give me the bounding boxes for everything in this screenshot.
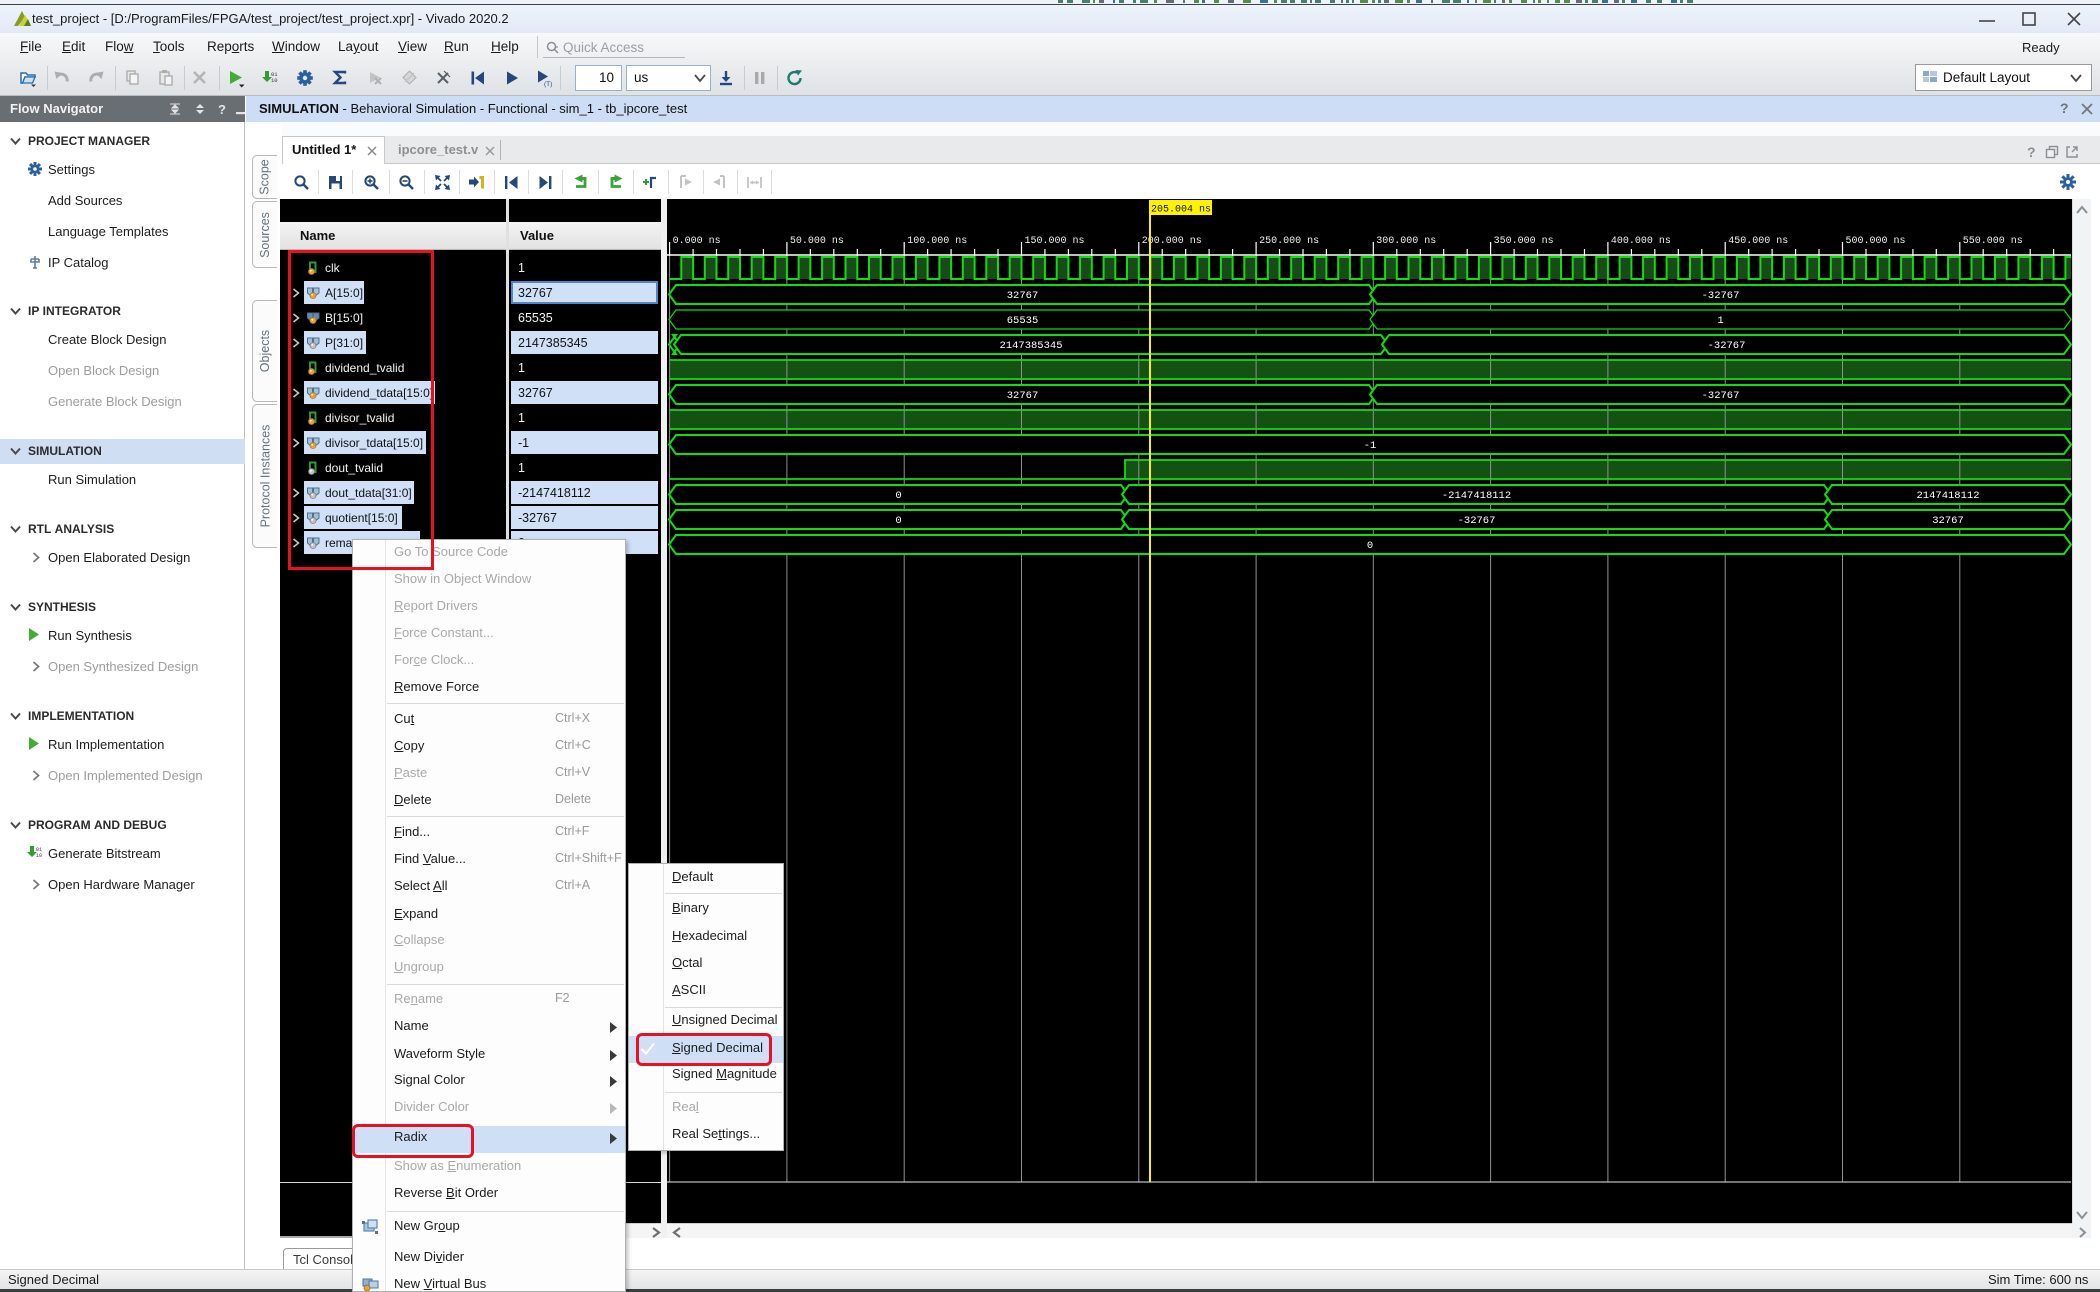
svg-text:450.000 ns: 450.000 ns bbox=[1728, 236, 1788, 247]
svg-text:0: 0 bbox=[895, 515, 901, 527]
svg-text:350.000 ns: 350.000 ns bbox=[1494, 236, 1554, 247]
svg-text:300.000 ns: 300.000 ns bbox=[1376, 236, 1436, 247]
svg-text:-32767: -32767 bbox=[1708, 340, 1746, 352]
svg-text:205.004 ns: 205.004 ns bbox=[1151, 205, 1211, 216]
svg-text:150.000 ns: 150.000 ns bbox=[1025, 236, 1085, 247]
svg-text:250.000 ns: 250.000 ns bbox=[1259, 236, 1319, 247]
svg-text:-1: -1 bbox=[1364, 440, 1377, 452]
svg-text:0.000 ns: 0.000 ns bbox=[673, 236, 721, 247]
svg-text:2147418112: 2147418112 bbox=[1916, 490, 1979, 502]
svg-text:10: 10 bbox=[36, 853, 42, 859]
svg-text:550.000 ns: 550.000 ns bbox=[1963, 236, 2023, 247]
svg-text:400.000 ns: 400.000 ns bbox=[1611, 236, 1671, 247]
svg-text:-32767: -32767 bbox=[1702, 290, 1740, 302]
svg-text:?: ? bbox=[218, 102, 226, 117]
svg-text:0: 0 bbox=[1367, 540, 1373, 552]
svg-text:-32767: -32767 bbox=[1702, 390, 1740, 402]
svg-text:65535: 65535 bbox=[1007, 315, 1039, 327]
svg-text:32767: 32767 bbox=[1007, 290, 1039, 302]
svg-text:-32767: -32767 bbox=[1458, 515, 1496, 527]
svg-text:500.000 ns: 500.000 ns bbox=[1846, 236, 1906, 247]
svg-text:-2147418112: -2147418112 bbox=[1442, 490, 1511, 502]
svg-text:10: 10 bbox=[271, 77, 278, 84]
svg-text:0: 0 bbox=[895, 490, 901, 502]
svg-text:2147385345: 2147385345 bbox=[999, 340, 1062, 352]
svg-text:(T): (T) bbox=[544, 81, 552, 88]
svg-text:32767: 32767 bbox=[1007, 390, 1039, 402]
svg-text:32767: 32767 bbox=[1932, 515, 1964, 527]
svg-text:50.000 ns: 50.000 ns bbox=[790, 236, 844, 247]
svg-text:100.000 ns: 100.000 ns bbox=[907, 236, 967, 247]
svg-text:1: 1 bbox=[1717, 315, 1723, 327]
